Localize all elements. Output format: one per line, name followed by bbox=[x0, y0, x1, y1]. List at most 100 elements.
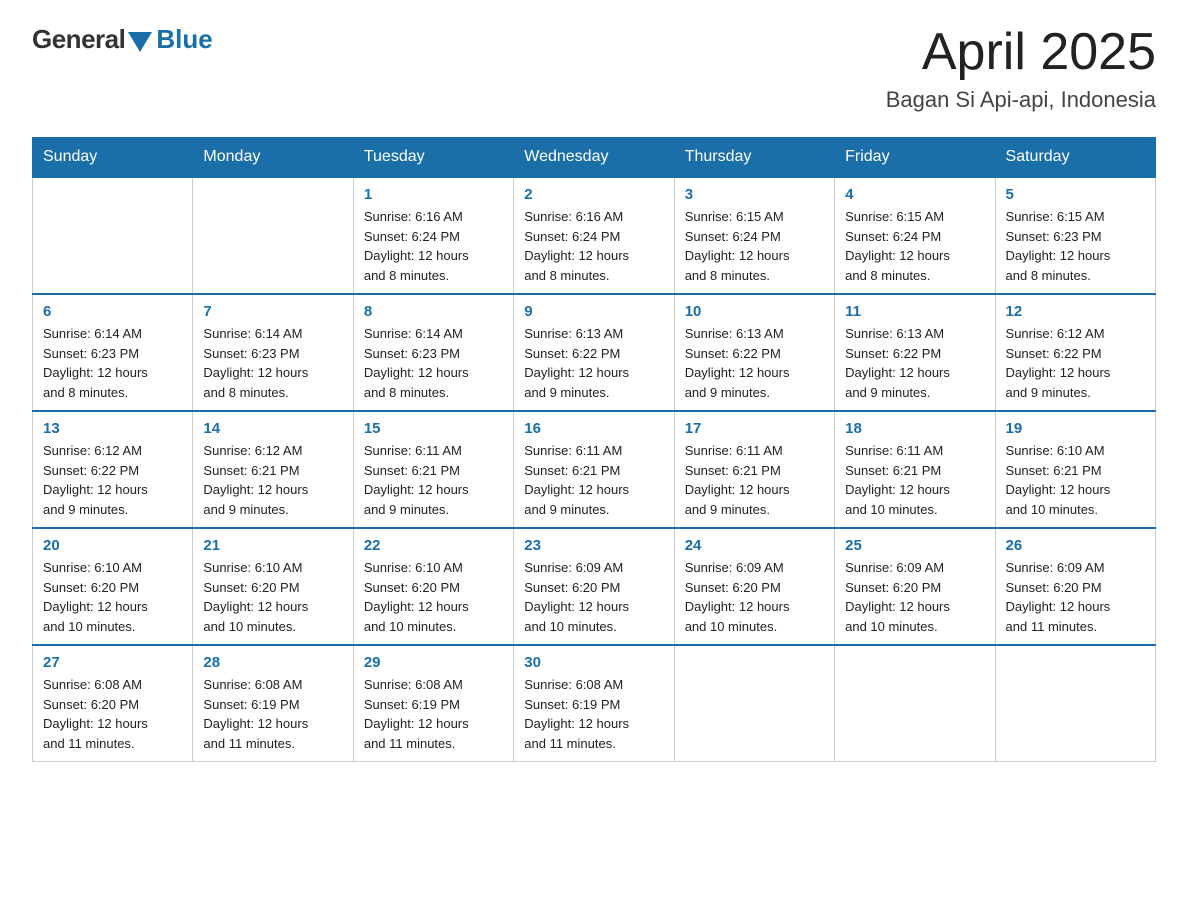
day-number: 10 bbox=[685, 303, 824, 320]
day-info: Sunrise: 6:08 AMSunset: 6:19 PMDaylight:… bbox=[364, 675, 503, 753]
day-info: Sunrise: 6:13 AMSunset: 6:22 PMDaylight:… bbox=[524, 324, 663, 402]
day-number: 17 bbox=[685, 420, 824, 437]
calendar-cell: 27 Sunrise: 6:08 AMSunset: 6:20 PMDayligh… bbox=[33, 645, 193, 762]
day-number: 22 bbox=[364, 537, 503, 554]
title-area: April 2025 Bagan Si Api-api, Indonesia bbox=[886, 24, 1156, 113]
day-number: 18 bbox=[845, 420, 984, 437]
calendar-cell: 22 Sunrise: 6:10 AMSunset: 6:20 PMDayligh… bbox=[353, 528, 513, 645]
logo-triangle-icon bbox=[128, 32, 152, 52]
day-info: Sunrise: 6:10 AMSunset: 6:20 PMDaylight:… bbox=[364, 558, 503, 636]
calendar-cell: 18 Sunrise: 6:11 AMSunset: 6:21 PMDayligh… bbox=[835, 411, 995, 528]
day-info: Sunrise: 6:12 AMSunset: 6:22 PMDaylight:… bbox=[1006, 324, 1145, 402]
calendar-cell bbox=[835, 645, 995, 762]
logo-top: General Blue bbox=[32, 24, 213, 55]
day-number: 8 bbox=[364, 303, 503, 320]
day-info: Sunrise: 6:14 AMSunset: 6:23 PMDaylight:… bbox=[203, 324, 342, 402]
day-number: 27 bbox=[43, 654, 182, 671]
calendar-cell: 1Sunrise: 6:16 AMSunset: 6:24 PMDaylight… bbox=[353, 177, 513, 294]
day-number: 26 bbox=[1006, 537, 1145, 554]
day-number: 19 bbox=[1006, 420, 1145, 437]
week-row-5: 27 Sunrise: 6:08 AMSunset: 6:20 PMDayligh… bbox=[33, 645, 1156, 762]
day-number: 21 bbox=[203, 537, 342, 554]
day-number: 12 bbox=[1006, 303, 1145, 320]
calendar-cell: 16Sunrise: 6:11 AMSunset: 6:21 PMDayligh… bbox=[514, 411, 674, 528]
calendar-cell: 4Sunrise: 6:15 AMSunset: 6:24 PMDaylight… bbox=[835, 177, 995, 294]
day-info: Sunrise: 6:14 AMSunset: 6:23 PMDaylight:… bbox=[364, 324, 503, 402]
day-number: 16 bbox=[524, 420, 663, 437]
header-day-tuesday: Tuesday bbox=[353, 138, 513, 178]
calendar-cell: 19 Sunrise: 6:10 AMSunset: 6:21 PMDayligh… bbox=[995, 411, 1155, 528]
day-number: 2 bbox=[524, 186, 663, 203]
day-info: Sunrise: 6:15 AMSunset: 6:23 PMDaylight:… bbox=[1006, 207, 1145, 285]
calendar-cell: 23 Sunrise: 6:09 AMSunset: 6:20 PMDayligh… bbox=[514, 528, 674, 645]
calendar-cell: 2 Sunrise: 6:16 AMSunset: 6:24 PMDaylight… bbox=[514, 177, 674, 294]
day-number: 11 bbox=[845, 303, 984, 320]
day-info: Sunrise: 6:09 AMSunset: 6:20 PMDaylight:… bbox=[685, 558, 824, 636]
header-row: SundayMondayTuesdayWednesdayThursdayFrid… bbox=[33, 138, 1156, 178]
day-number: 5 bbox=[1006, 186, 1145, 203]
day-number: 3 bbox=[685, 186, 824, 203]
day-info: Sunrise: 6:16 AMSunset: 6:24 PMDaylight:… bbox=[524, 207, 663, 285]
calendar-cell: 8 Sunrise: 6:14 AMSunset: 6:23 PMDaylight… bbox=[353, 294, 513, 411]
calendar-cell: 7 Sunrise: 6:14 AMSunset: 6:23 PMDaylight… bbox=[193, 294, 353, 411]
location-subtitle: Bagan Si Api-api, Indonesia bbox=[886, 87, 1156, 113]
day-number: 23 bbox=[524, 537, 663, 554]
day-number: 28 bbox=[203, 654, 342, 671]
day-info: Sunrise: 6:12 AMSunset: 6:21 PMDaylight:… bbox=[203, 441, 342, 519]
calendar-cell: 3 Sunrise: 6:15 AMSunset: 6:24 PMDaylight… bbox=[674, 177, 834, 294]
day-number: 13 bbox=[43, 420, 182, 437]
header-day-thursday: Thursday bbox=[674, 138, 834, 178]
header: General Blue April 2025 Bagan Si Api-api… bbox=[32, 24, 1156, 113]
day-info: Sunrise: 6:09 AMSunset: 6:20 PMDaylight:… bbox=[845, 558, 984, 636]
header-day-friday: Friday bbox=[835, 138, 995, 178]
day-info: Sunrise: 6:11 AMSunset: 6:21 PMDaylight:… bbox=[845, 441, 984, 519]
day-info: Sunrise: 6:15 AMSunset: 6:24 PMDaylight:… bbox=[685, 207, 824, 285]
day-number: 6 bbox=[43, 303, 182, 320]
calendar-cell: 12 Sunrise: 6:12 AMSunset: 6:22 PMDayligh… bbox=[995, 294, 1155, 411]
calendar-cell: 29 Sunrise: 6:08 AMSunset: 6:19 PMDayligh… bbox=[353, 645, 513, 762]
calendar-cell: 13Sunrise: 6:12 AMSunset: 6:22 PMDayligh… bbox=[33, 411, 193, 528]
day-number: 9 bbox=[524, 303, 663, 320]
calendar-cell: 11Sunrise: 6:13 AMSunset: 6:22 PMDayligh… bbox=[835, 294, 995, 411]
calendar-cell: 20Sunrise: 6:10 AMSunset: 6:20 PMDayligh… bbox=[33, 528, 193, 645]
day-info: Sunrise: 6:10 AMSunset: 6:20 PMDaylight:… bbox=[43, 558, 182, 636]
day-info: Sunrise: 6:16 AMSunset: 6:24 PMDaylight:… bbox=[364, 207, 503, 285]
day-number: 25 bbox=[845, 537, 984, 554]
day-info: Sunrise: 6:08 AMSunset: 6:19 PMDaylight:… bbox=[203, 675, 342, 753]
calendar-cell: 15 Sunrise: 6:11 AMSunset: 6:21 PMDayligh… bbox=[353, 411, 513, 528]
day-info: Sunrise: 6:10 AMSunset: 6:20 PMDaylight:… bbox=[203, 558, 342, 636]
day-number: 7 bbox=[203, 303, 342, 320]
calendar-cell: 14 Sunrise: 6:12 AMSunset: 6:21 PMDayligh… bbox=[193, 411, 353, 528]
calendar-cell: 17 Sunrise: 6:11 AMSunset: 6:21 PMDayligh… bbox=[674, 411, 834, 528]
calendar-cell: 10Sunrise: 6:13 AMSunset: 6:22 PMDayligh… bbox=[674, 294, 834, 411]
day-info: Sunrise: 6:08 AMSunset: 6:20 PMDaylight:… bbox=[43, 675, 182, 753]
calendar-cell: 24Sunrise: 6:09 AMSunset: 6:20 PMDayligh… bbox=[674, 528, 834, 645]
day-number: 29 bbox=[364, 654, 503, 671]
calendar-cell: 9 Sunrise: 6:13 AMSunset: 6:22 PMDaylight… bbox=[514, 294, 674, 411]
calendar-cell: 21 Sunrise: 6:10 AMSunset: 6:20 PMDayligh… bbox=[193, 528, 353, 645]
calendar-cell bbox=[193, 177, 353, 294]
day-number: 14 bbox=[203, 420, 342, 437]
week-row-3: 13Sunrise: 6:12 AMSunset: 6:22 PMDayligh… bbox=[33, 411, 1156, 528]
calendar-cell: 28 Sunrise: 6:08 AMSunset: 6:19 PMDayligh… bbox=[193, 645, 353, 762]
week-row-4: 20Sunrise: 6:10 AMSunset: 6:20 PMDayligh… bbox=[33, 528, 1156, 645]
day-info: Sunrise: 6:08 AMSunset: 6:19 PMDaylight:… bbox=[524, 675, 663, 753]
day-number: 30 bbox=[524, 654, 663, 671]
header-day-wednesday: Wednesday bbox=[514, 138, 674, 178]
day-info: Sunrise: 6:09 AMSunset: 6:20 PMDaylight:… bbox=[524, 558, 663, 636]
day-number: 15 bbox=[364, 420, 503, 437]
day-info: Sunrise: 6:10 AMSunset: 6:21 PMDaylight:… bbox=[1006, 441, 1145, 519]
header-day-saturday: Saturday bbox=[995, 138, 1155, 178]
day-info: Sunrise: 6:11 AMSunset: 6:21 PMDaylight:… bbox=[685, 441, 824, 519]
day-info: Sunrise: 6:15 AMSunset: 6:24 PMDaylight:… bbox=[845, 207, 984, 285]
logo-blue-text: Blue bbox=[156, 24, 212, 55]
calendar-cell: 30 Sunrise: 6:08 AMSunset: 6:19 PMDayligh… bbox=[514, 645, 674, 762]
calendar-table: SundayMondayTuesdayWednesdayThursdayFrid… bbox=[32, 137, 1156, 762]
header-day-sunday: Sunday bbox=[33, 138, 193, 178]
week-row-2: 6 Sunrise: 6:14 AMSunset: 6:23 PMDaylight… bbox=[33, 294, 1156, 411]
calendar-cell: 6Sunrise: 6:14 AMSunset: 6:23 PMDaylight… bbox=[33, 294, 193, 411]
day-info: Sunrise: 6:11 AMSunset: 6:21 PMDaylight:… bbox=[364, 441, 503, 519]
week-row-1: 1Sunrise: 6:16 AMSunset: 6:24 PMDaylight… bbox=[33, 177, 1156, 294]
month-title: April 2025 bbox=[886, 24, 1156, 81]
logo-general-text: General bbox=[32, 24, 125, 55]
